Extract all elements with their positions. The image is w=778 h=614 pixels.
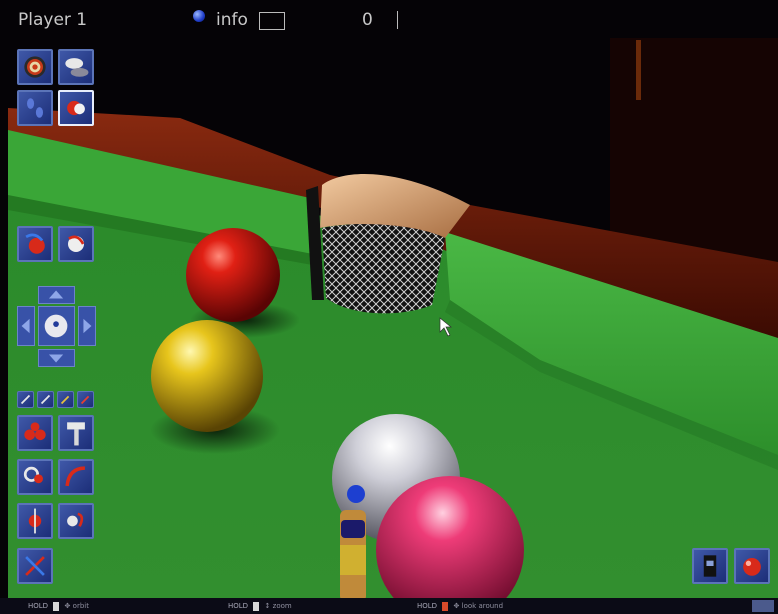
swerve-icon xyxy=(28,508,42,534)
cue-ball-target-icon xyxy=(44,314,68,338)
game-viewport[interactable]: Player 1 info 0 HOLD ✥ orbit HOLD ↕ zoom… xyxy=(0,0,778,614)
footprints-button[interactable] xyxy=(17,90,53,126)
aim-left-button[interactable] xyxy=(17,306,35,346)
hat-button[interactable] xyxy=(58,49,94,85)
jump-button[interactable] xyxy=(58,503,94,539)
swerve-button[interactable] xyxy=(17,503,53,539)
ball-select-button[interactable] xyxy=(734,548,770,584)
move-icon: ✥ xyxy=(64,602,71,610)
cue-ball-icon xyxy=(67,100,85,116)
view-left-button[interactable] xyxy=(17,226,53,262)
info-box[interactable] xyxy=(259,12,285,30)
hint-zoom: HOLD ↕ zoom xyxy=(228,601,292,611)
pencil-icon xyxy=(20,394,31,405)
view-right-icon xyxy=(68,235,85,252)
mouse-icon xyxy=(253,601,260,611)
camera-icon xyxy=(703,555,717,577)
arrow-right-icon xyxy=(83,318,92,334)
zoom-button[interactable] xyxy=(17,459,53,495)
aim-down-button[interactable] xyxy=(38,349,75,367)
mouse-icon xyxy=(53,601,60,611)
view-left-icon xyxy=(25,233,45,254)
aim-right-button[interactable] xyxy=(78,306,96,346)
jump-icon xyxy=(67,512,84,527)
dartboard-button[interactable] xyxy=(17,49,53,85)
pencil-icon xyxy=(40,394,51,405)
arrow-up-icon xyxy=(48,290,64,299)
red-ball-icon xyxy=(743,558,761,576)
menu-corner-button[interactable] xyxy=(752,600,774,612)
trickshot-button[interactable] xyxy=(17,415,53,451)
dartboard-icon xyxy=(24,56,46,78)
quick-button-4[interactable] xyxy=(77,391,94,408)
camera-button[interactable] xyxy=(692,548,728,584)
hint-orbit: HOLD ✥ orbit xyxy=(28,601,89,611)
arrow-left-icon xyxy=(21,318,30,334)
vertical-arrows-icon: ↕ xyxy=(264,602,271,610)
yellow-ball xyxy=(151,320,263,432)
bottom-hint-bar: HOLD ✥ orbit HOLD ↕ zoom HOLD ✥ look aro… xyxy=(0,598,778,614)
info-label: info xyxy=(216,10,248,30)
wand-icon xyxy=(60,395,70,405)
view-right-button[interactable] xyxy=(58,226,94,262)
mouse-icon xyxy=(442,601,449,611)
score-separator xyxy=(397,11,398,29)
quick-button-2[interactable] xyxy=(37,391,54,408)
arrow-down-icon xyxy=(48,354,64,363)
cue-icon xyxy=(67,422,85,446)
footprints-icon xyxy=(27,98,43,118)
quick-button-3[interactable] xyxy=(57,391,74,408)
player-label: Player 1 xyxy=(18,10,88,30)
quick-button-1[interactable] xyxy=(17,391,34,408)
trickshot-icon xyxy=(24,422,46,441)
top-status-bar: Player 1 info 0 xyxy=(0,0,778,40)
score-value: 0 xyxy=(362,10,373,30)
hint-look-around: HOLD ✥ look around xyxy=(417,601,504,611)
cue-button[interactable] xyxy=(58,415,94,451)
hat-icon xyxy=(65,58,89,77)
cue-ball-button[interactable] xyxy=(58,90,94,126)
curve-button[interactable] xyxy=(58,459,94,495)
wand-icon xyxy=(80,395,90,405)
replay-button[interactable] xyxy=(17,548,53,584)
aim-up-button[interactable] xyxy=(38,286,75,304)
cue-tip-spin-control[interactable] xyxy=(38,306,75,346)
snooker-table-scene[interactable] xyxy=(0,0,778,614)
red-ball xyxy=(186,228,280,322)
move-icon: ✥ xyxy=(453,602,460,610)
magnifier-icon xyxy=(23,466,43,484)
blue-ball-indicator-icon xyxy=(193,10,205,22)
curve-icon xyxy=(65,466,85,487)
replay-icon xyxy=(25,556,45,576)
